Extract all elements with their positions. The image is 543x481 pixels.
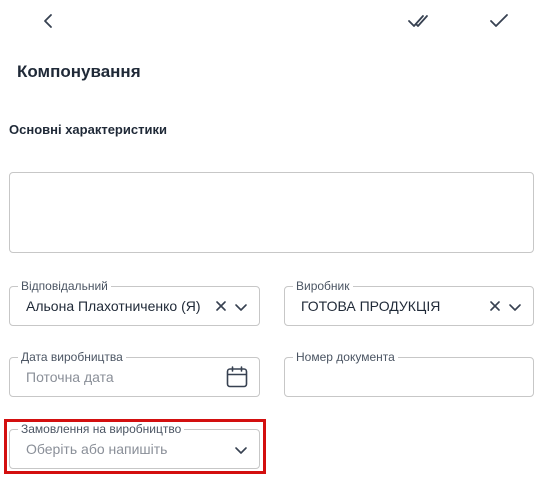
save-all-button[interactable] — [405, 6, 435, 36]
save-button[interactable] — [484, 6, 514, 36]
back-button[interactable] — [33, 6, 63, 36]
page-title: Компонування — [17, 62, 141, 81]
document-number-field[interactable]: Номер документа — [284, 350, 534, 397]
chevron-left-icon — [44, 14, 52, 28]
manufacturer-label: Виробник — [293, 279, 353, 293]
check-icon — [490, 14, 508, 27]
production-date-label: Дата виробництва — [18, 350, 126, 364]
section-title: Основні характеристики — [9, 122, 167, 137]
responsible-value: Альона Плахотниченко (Я) — [26, 298, 201, 314]
close-icon[interactable] — [487, 298, 503, 314]
production-date-field[interactable]: Дата виробництва Поточна дата — [9, 350, 260, 397]
production-order-label: Замовлення на виробництво — [18, 422, 185, 436]
double-check-icon — [408, 15, 428, 27]
chevron-down-icon[interactable] — [506, 298, 524, 316]
responsible-select[interactable]: Відповідальний Альона Плахотниченко (Я) — [9, 279, 260, 326]
calendar-icon[interactable] — [224, 364, 250, 390]
manufacturer-select[interactable]: Виробник ГОТОВА ПРОДУКЦІЯ — [284, 279, 534, 326]
manufacturer-value: ГОТОВА ПРОДУКЦІЯ — [301, 298, 441, 314]
chevron-down-icon[interactable] — [232, 298, 250, 316]
responsible-label: Відповідальний — [18, 279, 111, 293]
page: Компонування Основні характеристики Відп… — [0, 0, 543, 481]
document-number-label: Номер документа — [293, 350, 398, 364]
close-icon[interactable] — [213, 298, 229, 314]
production-order-placeholder: Оберіть або напишіть — [26, 441, 168, 457]
chevron-down-icon[interactable] — [232, 441, 250, 459]
description-textarea[interactable] — [9, 172, 534, 253]
production-date-placeholder: Поточна дата — [26, 369, 114, 385]
production-order-select[interactable]: Замовлення на виробництво Оберіть або на… — [9, 422, 260, 469]
